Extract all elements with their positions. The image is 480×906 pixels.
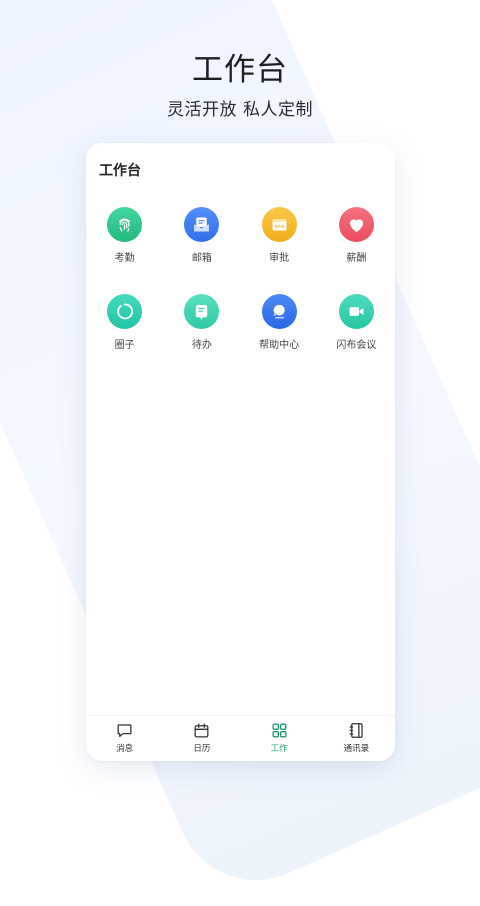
tab-contacts[interactable]: 通讯录: [318, 716, 395, 761]
app-label: 薪酬: [346, 253, 367, 264]
app-label: 帮助中心: [259, 340, 300, 351]
app-mailbox[interactable]: 邮箱: [163, 207, 240, 277]
heart-icon: [338, 207, 374, 242]
app-help-center[interactable]: 帮助中心: [241, 294, 318, 364]
app-circle[interactable]: 圈子: [86, 294, 163, 364]
work-grid-icon: [272, 723, 287, 738]
page-title: 工作台: [99, 163, 141, 179]
circle-icon: [107, 294, 143, 329]
app-label: 待办: [191, 340, 212, 351]
app-label: 闪布会议: [336, 340, 377, 351]
hero-title: 工作台: [192, 52, 288, 88]
app-salary[interactable]: 薪酬: [318, 207, 395, 277]
tab-label: 消息: [116, 744, 134, 754]
app-label: 考勤: [114, 253, 135, 264]
contacts-icon: [349, 723, 363, 738]
approval-icon: BPM: [261, 207, 297, 242]
todo-icon: [184, 294, 220, 329]
approval-icon-text: BPM: [274, 224, 284, 229]
help-icon: [261, 294, 297, 329]
fingerprint-icon: [107, 207, 143, 242]
hero-subtitle: 灵活开放 私人定制: [167, 100, 313, 120]
calendar-icon: [194, 723, 209, 738]
app-label: 邮箱: [191, 253, 212, 264]
tab-label: 通讯录: [343, 744, 370, 754]
app-approval[interactable]: BPM 审批: [241, 207, 318, 277]
message-icon: [117, 724, 132, 738]
app-meeting[interactable]: 闪布会议: [318, 294, 395, 364]
app-todo[interactable]: 待办: [163, 294, 240, 364]
tab-work[interactable]: 工作: [241, 716, 318, 761]
video-icon: [338, 294, 374, 329]
app-label: 审批: [269, 253, 290, 264]
mail-icon: [184, 207, 220, 242]
bottom-tab-bar: 消息 日历 工作 通讯录: [86, 715, 395, 761]
tab-calendar[interactable]: 日历: [163, 716, 240, 761]
tab-messages[interactable]: 消息: [86, 716, 163, 761]
app-grid: 考勤 邮箱 BPM 审批 薪酬 圈子 待办 帮助中心 闪布会议: [86, 207, 395, 364]
tab-label: 工作: [270, 744, 288, 754]
phone-screen: 工作台 考勤 邮箱 BPM 审批 薪酬 圈子 待办 帮助中心 闪布会议 消息 日…: [86, 143, 395, 761]
tab-label: 日历: [193, 744, 211, 754]
app-label: 圈子: [114, 340, 135, 351]
app-attendance[interactable]: 考勤: [86, 207, 163, 277]
